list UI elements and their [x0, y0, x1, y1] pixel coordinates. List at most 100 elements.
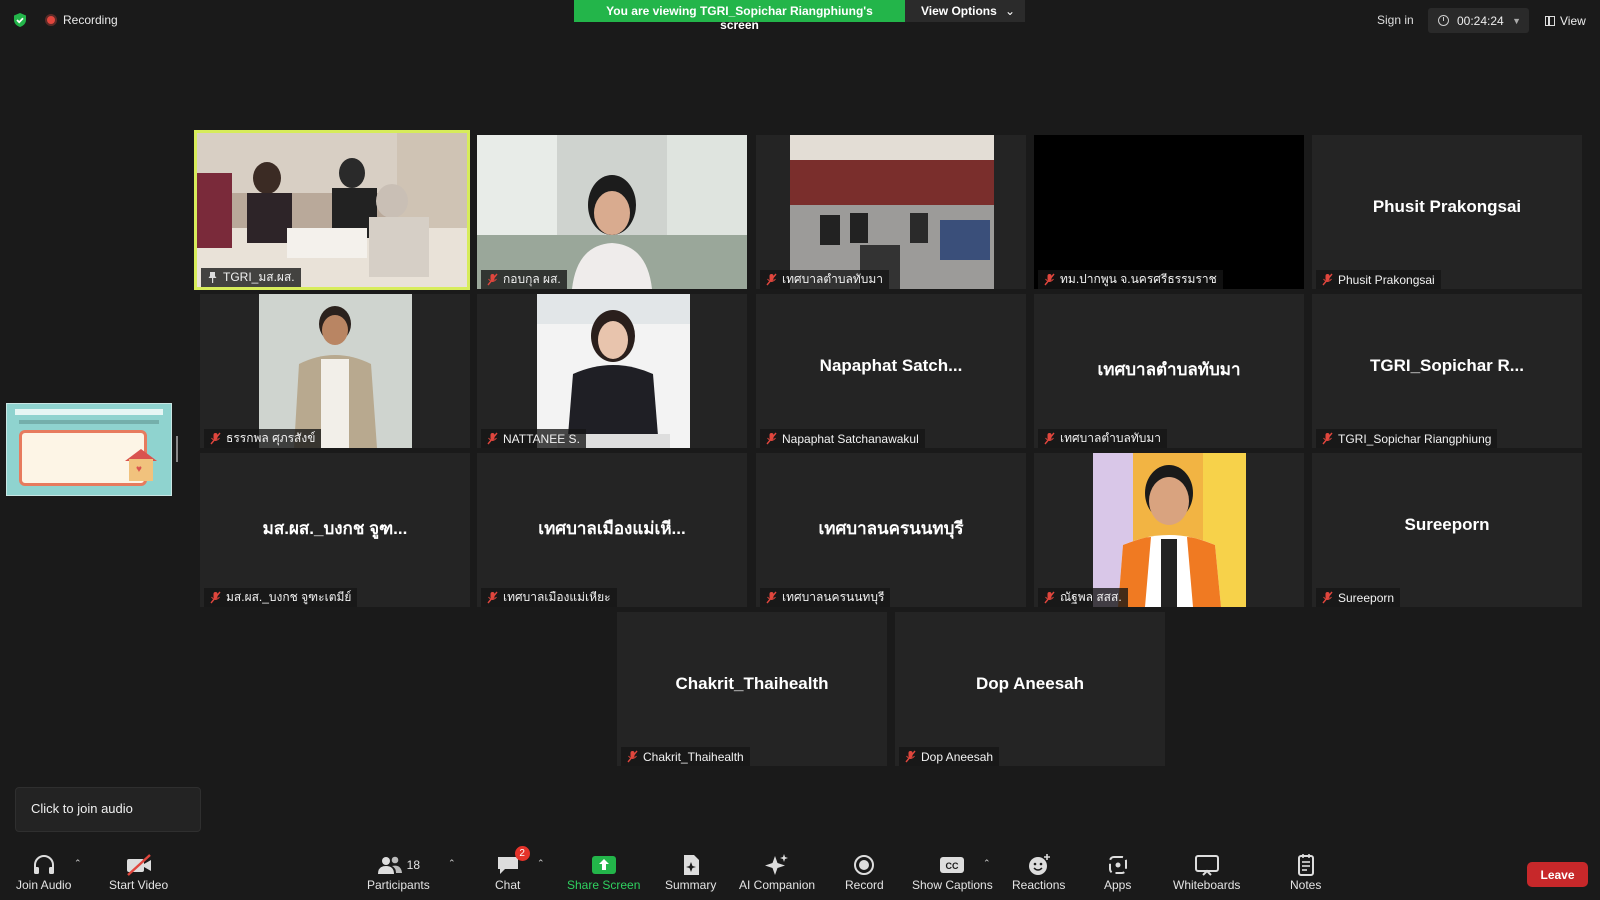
participants-button[interactable]: 18 Participants: [367, 852, 430, 892]
reactions-icon: [1028, 854, 1050, 875]
timer-value: 00:24:24: [1457, 13, 1504, 28]
participant-tile[interactable]: กอบกุล ผส.: [477, 135, 747, 289]
participant-display-name: TGRI_Sopichar R...: [1370, 356, 1524, 375]
participant-video: [197, 133, 467, 287]
participant-tile[interactable]: เทศบาลตำบลทับมา เทศบาลตำบลทับมา: [1034, 294, 1304, 448]
apps-icon: [1108, 856, 1127, 874]
pin-icon: [208, 272, 217, 283]
participant-name: Napaphat Satchanawakul: [782, 431, 919, 446]
participant-tile[interactable]: NATTANEE S.: [477, 294, 747, 448]
participant-name-label: เทศบาลตำบลทับมา: [1038, 429, 1168, 448]
clock-icon: [1438, 15, 1449, 26]
join-audio-label: Join Audio: [16, 878, 72, 892]
participant-tile[interactable]: เทศบาลเมืองแม่เหี... เทศบาลเมืองแม่เหียะ: [477, 453, 747, 607]
chat-button[interactable]: 2 Chat: [495, 846, 530, 892]
mic-off-icon: [487, 432, 498, 445]
join-audio-options-caret[interactable]: ⌃: [74, 858, 82, 869]
participant-name: เทศบาลตำบลทับมา: [1060, 431, 1162, 445]
panel-splitter-handle[interactable]: [176, 436, 178, 462]
video-off-icon: [126, 854, 151, 876]
participant-name-label: ทม.ปากพูน จ.นครศรีธรรมราช: [1038, 270, 1223, 289]
summary-button[interactable]: Summary: [665, 852, 716, 892]
participant-display-name: Napaphat Satch...: [819, 356, 963, 375]
participants-label: Participants: [367, 878, 430, 892]
join-audio-tooltip[interactable]: Click to join audio: [15, 787, 201, 832]
participant-tile[interactable]: Sureeporn Sureeporn: [1312, 453, 1582, 607]
recording-indicator[interactable]: Recording: [45, 13, 118, 27]
participant-name: Phusit Prakongsai: [1338, 272, 1435, 287]
view-button[interactable]: View: [1539, 8, 1595, 33]
participant-display-name: เทศบาลนครนนทบุรี: [818, 519, 964, 538]
participant-tile[interactable]: มส.ผส._บงกช จูฑ... มส.ผส._บงกช จูฑะเตมีย…: [200, 453, 470, 607]
record-button[interactable]: Record: [845, 852, 884, 892]
participant-name-label: กอบกุล ผส.: [481, 270, 567, 289]
join-audio-button[interactable]: Join Audio: [16, 852, 71, 892]
show-captions-label: Show Captions: [912, 878, 993, 892]
participant-tile[interactable]: เทศบาลนครนนทบุรี เทศบาลนครนนทบุรี: [756, 453, 1026, 607]
participant-name: TGRI_มส.ผส.: [223, 270, 295, 284]
participant-name-label: เทศบาลตำบลทับมา: [760, 270, 890, 289]
leave-button[interactable]: Leave: [1527, 862, 1588, 887]
participant-tile[interactable]: Phusit Prakongsai Phusit Prakongsai: [1312, 135, 1582, 289]
mic-off-icon: [1044, 432, 1055, 445]
participant-tile[interactable]: TGRI_Sopichar R... TGRI_Sopichar Riangph…: [1312, 294, 1582, 448]
apps-label: Apps: [1104, 878, 1132, 892]
shield-icon[interactable]: [12, 12, 28, 28]
participant-tile[interactable]: เทศบาลตำบลทับมา: [756, 135, 1026, 289]
show-captions-button[interactable]: CC Show Captions: [912, 852, 993, 892]
participant-display-name: Chakrit_Thaihealth: [675, 674, 829, 693]
chat-options-caret[interactable]: ⌃: [537, 858, 545, 869]
participant-video: [790, 135, 994, 289]
share-screen-button[interactable]: Share Screen: [567, 852, 640, 892]
mic-off-icon: [905, 750, 916, 763]
notes-label: Notes: [1290, 878, 1322, 892]
participant-tile[interactable]: TGRI_มส.ผส.: [194, 130, 470, 290]
heart-icon: ♥: [136, 464, 142, 475]
start-video-button[interactable]: Start Video: [109, 852, 168, 892]
view-options-label: View Options: [921, 4, 997, 18]
ai-companion-button[interactable]: AI Companion: [739, 852, 815, 892]
mic-off-icon: [627, 750, 638, 763]
captions-icon-text: CC: [946, 861, 959, 871]
participant-tile[interactable]: Napaphat Satch... Napaphat Satchanawakul: [756, 294, 1026, 448]
mic-off-icon: [210, 591, 221, 604]
view-options-button[interactable]: View Options ⌄: [905, 0, 1025, 22]
captions-options-caret[interactable]: ⌃: [983, 858, 991, 869]
participant-video: [259, 294, 412, 448]
participant-display-name: Phusit Prakongsai: [1372, 197, 1522, 216]
participant-tile[interactable]: Dop Aneesah Dop Aneesah: [895, 612, 1165, 766]
participant-tile[interactable]: Chakrit_Thaihealth Chakrit_Thaihealth: [617, 612, 887, 766]
participant-video: [1093, 453, 1246, 607]
participant-display-name: มส.ผส._บงกช จูฑ...: [262, 519, 408, 538]
meeting-timer[interactable]: 00:24:24 ▼: [1428, 8, 1529, 33]
whiteboards-button[interactable]: Whiteboards: [1173, 852, 1240, 892]
mic-off-icon: [487, 591, 498, 604]
sign-in-link[interactable]: Sign in: [1377, 13, 1414, 27]
mic-off-icon: [1322, 273, 1333, 286]
mic-off-icon: [1044, 273, 1055, 286]
shared-screen-thumbnail[interactable]: ♥: [6, 403, 172, 496]
participant-display-name: เทศบาลเมืองแม่เหี...: [538, 519, 686, 538]
summary-label: Summary: [665, 878, 717, 892]
participant-name-label: Dop Aneesah: [899, 747, 1000, 766]
share-screen-icon: [591, 856, 616, 874]
viewing-banner: You are viewing TGRI_Sopichar Riangphiun…: [574, 0, 1025, 32]
mic-off-icon: [766, 273, 777, 286]
participant-name: Chakrit_Thaihealth: [643, 749, 744, 764]
recording-label: Recording: [63, 13, 118, 27]
participant-tile[interactable]: ณัฐพล สสส.: [1034, 453, 1304, 607]
participant-tile[interactable]: ธรรกพล ศุภรสังข์: [200, 294, 470, 448]
notes-button[interactable]: Notes: [1290, 852, 1321, 892]
participant-name: Dop Aneesah: [921, 749, 994, 764]
reactions-button[interactable]: Reactions: [1012, 852, 1065, 892]
apps-button[interactable]: Apps: [1104, 852, 1131, 892]
participant-tile[interactable]: ทม.ปากพูน จ.นครศรีธรรมราช: [1034, 135, 1304, 289]
participant-display-name: Dop Aneesah: [975, 674, 1084, 693]
participants-count: 18: [406, 858, 421, 872]
chevron-down-icon: ⌄: [1004, 4, 1015, 18]
mic-off-icon: [487, 273, 498, 286]
grid-icon: [1545, 15, 1555, 26]
view-label: View: [1560, 13, 1586, 28]
chevron-down-icon: ▼: [1512, 15, 1521, 26]
participants-options-caret[interactable]: ⌃: [448, 858, 456, 869]
